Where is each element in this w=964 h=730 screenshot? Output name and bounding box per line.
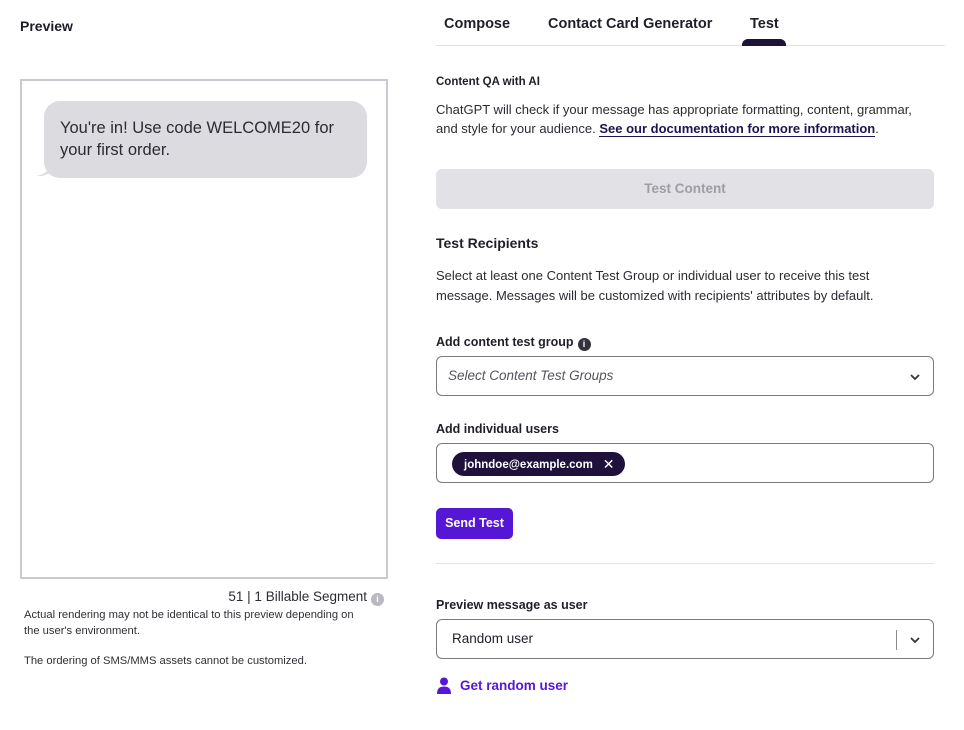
message-preview-frame: You're in! Use code WELCOME20 for your f… xyxy=(20,79,388,579)
info-icon[interactable]: i xyxy=(577,338,591,351)
preview-user-select[interactable]: Random user xyxy=(436,619,934,659)
preview-heading: Preview xyxy=(20,18,73,34)
send-test-button[interactable]: Send Test xyxy=(436,508,513,539)
qa-title: Content QA with AI xyxy=(436,76,540,88)
active-tab-indicator xyxy=(742,39,786,46)
user-tag-label: johndoe@example.com xyxy=(464,459,593,471)
get-random-user-link[interactable]: Get random user xyxy=(436,677,568,694)
segment-count-text: 51 | 1 Billable Segment xyxy=(228,589,367,604)
rendering-note: Actual rendering may not be identical to… xyxy=(24,609,354,637)
get-random-user-label: Get random user xyxy=(460,678,569,693)
individual-users-label: Add individual users xyxy=(436,422,559,436)
preview-user-value: Random user xyxy=(452,631,534,646)
tab-compose[interactable]: Compose xyxy=(444,16,510,32)
bubble-tail-shape xyxy=(36,161,54,177)
divider xyxy=(436,563,934,564)
content-test-group-select[interactable]: Select Content Test Groups xyxy=(436,356,934,396)
content-test-group-label-text: Add content test group xyxy=(436,335,574,349)
documentation-link[interactable]: See our documentation for more informati… xyxy=(599,121,876,137)
remove-tag-icon[interactable]: ✕ xyxy=(603,452,615,476)
segment-count: 51 | 1 Billable Segment i xyxy=(20,589,384,606)
chevron-down-icon xyxy=(910,374,920,381)
test-content-button[interactable]: Test Content xyxy=(436,169,934,209)
chevron-down-icon xyxy=(910,637,920,644)
content-test-group-placeholder: Select Content Test Groups xyxy=(448,368,614,383)
test-recipients-title: Test Recipients xyxy=(436,235,539,251)
ordering-note: The ordering of SMS/MMS assets cannot be… xyxy=(24,655,307,667)
tab-test[interactable]: Test xyxy=(750,16,779,32)
tab-bar: Compose Contact Card Generator Test xyxy=(436,0,945,46)
select-separator xyxy=(896,630,897,650)
qa-period: . xyxy=(875,121,879,136)
info-icon[interactable]: i xyxy=(371,593,384,606)
individual-users-input[interactable]: johndoe@example.com ✕ xyxy=(436,443,934,483)
message-bubble: You're in! Use code WELCOME20 for your f… xyxy=(44,101,367,178)
tab-contact-card-generator[interactable]: Contact Card Generator xyxy=(548,16,712,32)
qa-description: ChatGPT will check if your message has a… xyxy=(436,100,916,138)
recipients-description: Select at least one Content Test Group o… xyxy=(436,268,874,303)
user-tag: johndoe@example.com ✕ xyxy=(452,452,625,476)
preview-as-user-label: Preview message as user xyxy=(436,598,588,612)
user-icon xyxy=(437,677,451,694)
content-test-group-label: Add content test group i xyxy=(436,335,591,351)
